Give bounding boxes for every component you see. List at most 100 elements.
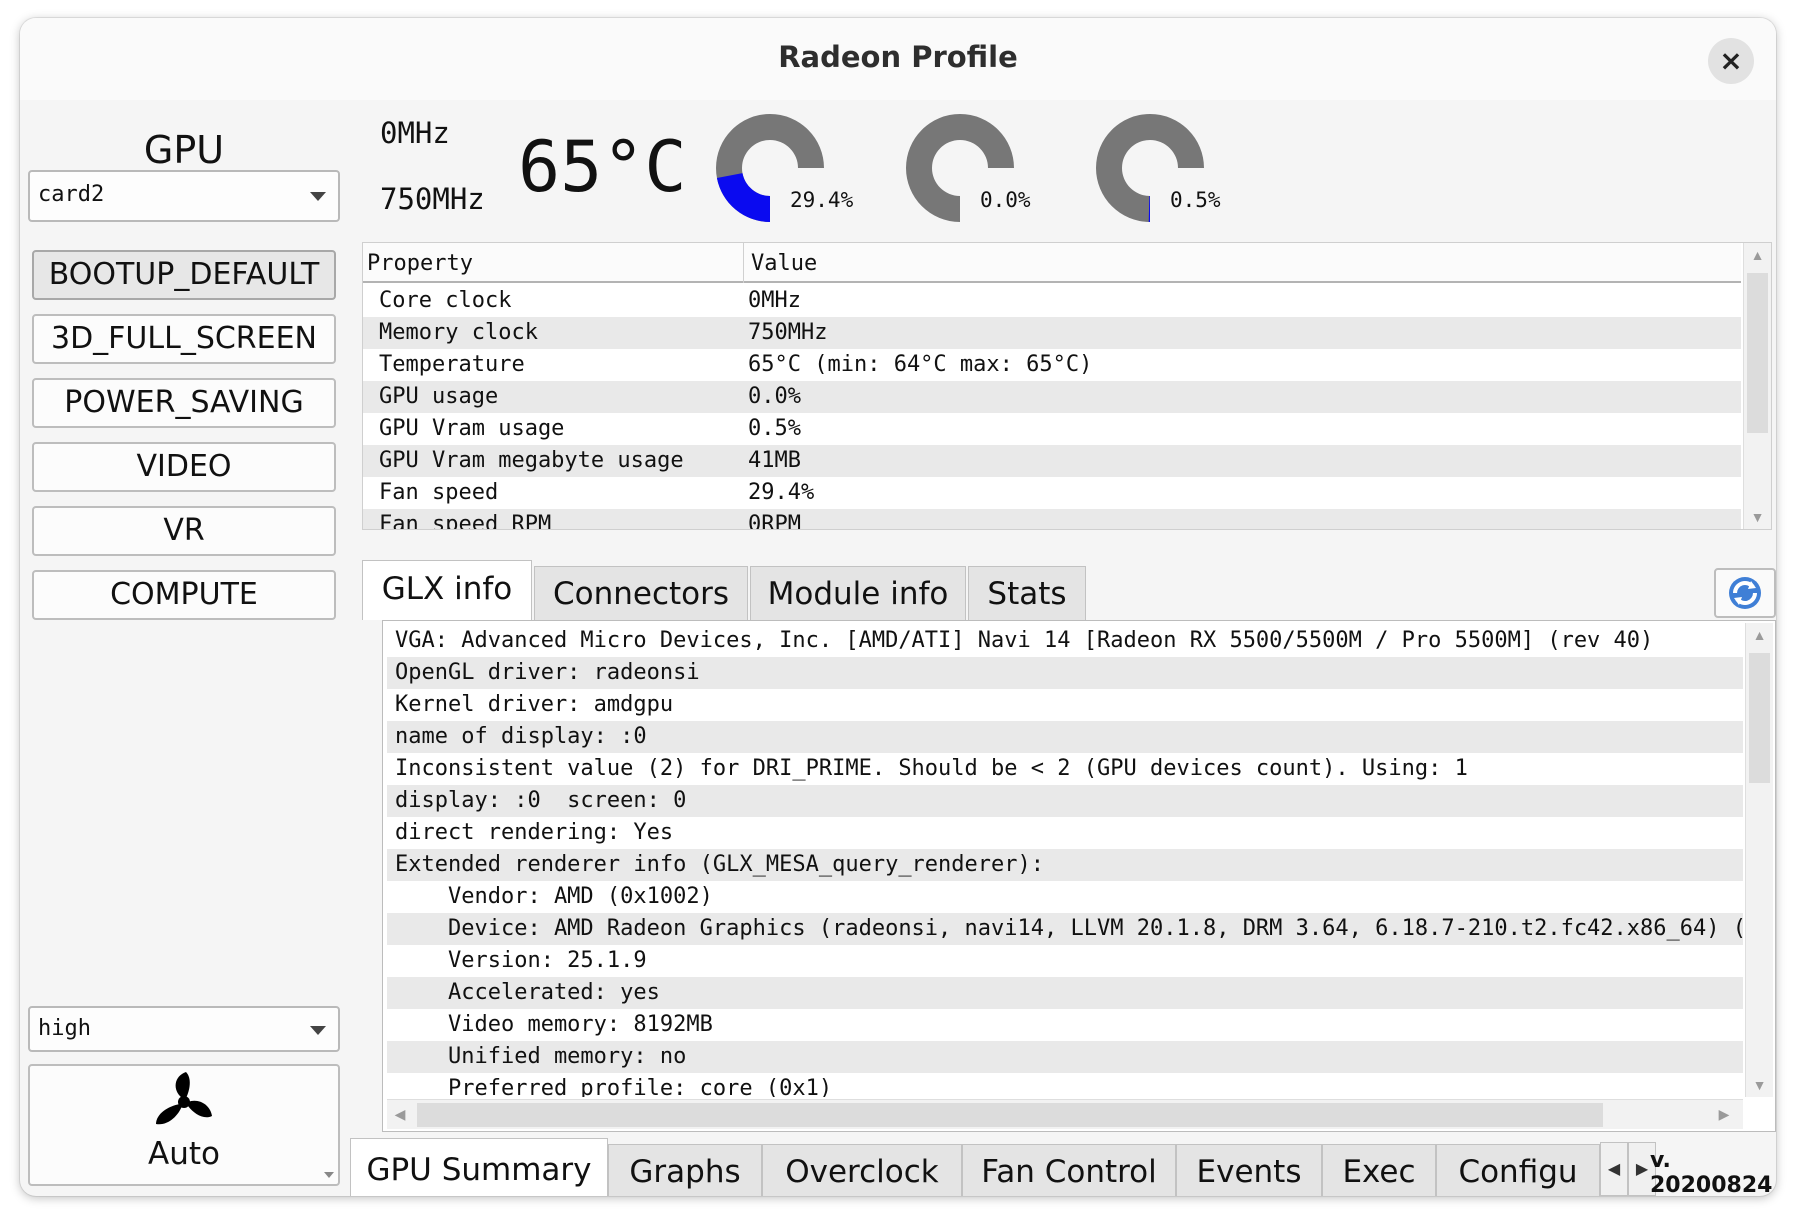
glx-horizontal-scrollbar[interactable]: ◀ ▶: [387, 1099, 1743, 1129]
list-item[interactable]: Preferred profile: core (0x1): [387, 1073, 1743, 1097]
chevron-right-icon: ▶: [1635, 1161, 1649, 1178]
profile-button-0[interactable]: BOOTUP_DEFAULT: [32, 250, 336, 300]
main-tab-events[interactable]: Events: [1176, 1144, 1322, 1196]
fan-mode-label: Auto: [148, 1136, 220, 1172]
gauge-value-label: 0.0%: [980, 188, 1031, 212]
property-name: Memory clock: [379, 320, 538, 345]
scroll-thumb[interactable]: [1749, 653, 1770, 783]
property-value: 65°C (min: 64°C max: 65°C): [748, 352, 1093, 377]
profile-button-3[interactable]: VIDEO: [32, 442, 336, 492]
property-value: 0MHz: [748, 288, 801, 313]
column-header-value[interactable]: Value: [751, 251, 817, 276]
property-name: Core clock: [379, 288, 512, 313]
property-value: 29.4%: [748, 480, 815, 505]
glx-info-panel: VGA: Advanced Micro Devices, Inc. [AMD/A…: [382, 620, 1776, 1132]
mem-clock-readout: 750MHz: [380, 182, 485, 216]
chevron-left-icon: ◀: [1607, 1161, 1621, 1178]
refresh-button[interactable]: [1714, 568, 1776, 618]
chevron-down-icon: [324, 1172, 334, 1178]
table-row[interactable]: Core clock 0MHz: [363, 285, 1741, 317]
chevron-down-icon: [310, 192, 326, 201]
gpu-label: GPU: [143, 128, 225, 172]
scroll-left-icon: ◀: [394, 1106, 406, 1122]
tab-scroll-left-button[interactable]: ◀: [1600, 1142, 1628, 1196]
property-name: GPU Vram usage: [379, 416, 565, 441]
list-item[interactable]: Unified memory: no: [387, 1041, 1743, 1073]
profile-button-1[interactable]: 3D_FULL_SCREEN: [32, 314, 336, 364]
profile-button-2[interactable]: POWER_SAVING: [32, 378, 336, 428]
tab-stats[interactable]: Stats: [968, 566, 1086, 620]
fan-mode-button[interactable]: Auto: [28, 1064, 340, 1186]
power-level-select[interactable]: high: [28, 1006, 340, 1052]
close-button[interactable]: ×: [1708, 38, 1754, 84]
close-icon: ×: [1719, 44, 1743, 77]
table-body: Core clock 0MHz Memory clock 750MHz Temperat…: [363, 285, 1741, 529]
tab-module-info[interactable]: Module info: [750, 566, 966, 620]
table-row[interactable]: GPU Vram megabyte usage 41MB: [363, 445, 1741, 477]
tab-connectors[interactable]: Connectors: [534, 566, 748, 620]
scroll-down-icon: ▼: [1750, 509, 1765, 525]
table-row[interactable]: Memory clock 750MHz: [363, 317, 1741, 349]
table-scrollbar[interactable]: ▲ ▼: [1743, 243, 1771, 529]
main-tab-gpu-summary[interactable]: GPU Summary: [350, 1138, 608, 1196]
property-value: 0.0%: [748, 384, 801, 409]
property-value: 0.5%: [748, 416, 801, 441]
version-label: v. 20200824: [1650, 1148, 1773, 1196]
card-select[interactable]: card2: [28, 170, 340, 222]
list-item[interactable]: Kernel driver: amdgpu: [387, 689, 1743, 721]
list-item[interactable]: Accelerated: yes: [387, 977, 1743, 1009]
chevron-down-icon: [310, 1026, 326, 1035]
table-row[interactable]: Fan speed 29.4%: [363, 477, 1741, 509]
main-tab-exec[interactable]: Exec: [1322, 1144, 1436, 1196]
glx-vertical-scrollbar[interactable]: ▲ ▼: [1745, 623, 1773, 1097]
scroll-down-icon: ▼: [1752, 1077, 1767, 1093]
list-item[interactable]: Device: AMD Radeon Graphics (radeonsi, n…: [387, 913, 1743, 945]
fan-icon: [156, 1072, 212, 1125]
app-window: Radeon Profile × GPU card2 BOOTUP_DEFAUL…: [20, 18, 1776, 1196]
temperature-readout: 65°C: [518, 126, 687, 208]
main-tab-configu[interactable]: Configu: [1436, 1144, 1600, 1196]
gauge-value-label: 0.5%: [1170, 188, 1221, 212]
core-clock-readout: 0MHz: [380, 116, 450, 150]
list-item[interactable]: VGA: Advanced Micro Devices, Inc. [AMD/A…: [387, 625, 1743, 657]
list-item[interactable]: Video memory: 8192MB: [387, 1009, 1743, 1041]
table-header: Property Value: [363, 243, 1741, 283]
list-item[interactable]: direct rendering: Yes: [387, 817, 1743, 849]
scroll-thumb[interactable]: [417, 1103, 1603, 1127]
main-tab-fan-control[interactable]: Fan Control: [962, 1144, 1176, 1196]
property-value: 41MB: [748, 448, 801, 473]
property-name: Temperature: [379, 352, 525, 377]
card-select-value: card2: [38, 182, 105, 207]
gauge-fill: [716, 173, 770, 222]
scroll-right-icon: ▶: [1718, 1106, 1730, 1122]
scroll-up-icon: ▲: [1752, 627, 1767, 643]
list-item[interactable]: display: :0 screen: 0: [387, 785, 1743, 817]
list-item[interactable]: OpenGL driver: radeonsi: [387, 657, 1743, 689]
list-item[interactable]: Extended renderer info (GLX_MESA_query_r…: [387, 849, 1743, 881]
tab-glx-info[interactable]: GLX info: [362, 560, 532, 620]
property-value: 750MHz: [748, 320, 828, 345]
main-tab-graphs[interactable]: Graphs: [608, 1144, 762, 1196]
list-item[interactable]: Inconsistent value (2) for DRI_PRIME. Sh…: [387, 753, 1743, 785]
table-row[interactable]: Temperature 65°C (min: 64°C max: 65°C): [363, 349, 1741, 381]
list-item[interactable]: name of display: :0: [387, 721, 1743, 753]
property-name: Fan speed: [379, 480, 499, 505]
table-row[interactable]: Fan speed RPM 0RPM: [363, 509, 1741, 529]
column-header-property[interactable]: Property: [367, 251, 473, 276]
list-item[interactable]: Version: 25.1.9: [387, 945, 1743, 977]
table-row[interactable]: GPU Vram usage 0.5%: [363, 413, 1741, 445]
scroll-thumb[interactable]: [1747, 273, 1768, 433]
profile-button-4[interactable]: VR: [32, 506, 336, 556]
title-bar: Radeon Profile ×: [20, 18, 1776, 100]
property-value: 0RPM: [748, 512, 801, 529]
property-name: GPU usage: [379, 384, 499, 409]
window-title: Radeon Profile: [778, 40, 1018, 74]
list-item[interactable]: Vendor: AMD (0x1002): [387, 881, 1743, 913]
refresh-icon: [1729, 577, 1761, 609]
profile-button-5[interactable]: COMPUTE: [32, 570, 336, 620]
gauge-value-label: 29.4%: [790, 188, 854, 212]
table-row[interactable]: GPU usage 0.0%: [363, 381, 1741, 413]
main-tab-overclock[interactable]: Overclock: [762, 1144, 962, 1196]
scroll-up-icon: ▲: [1750, 247, 1765, 263]
glx-info-list: VGA: Advanced Micro Devices, Inc. [AMD/A…: [387, 625, 1743, 1097]
